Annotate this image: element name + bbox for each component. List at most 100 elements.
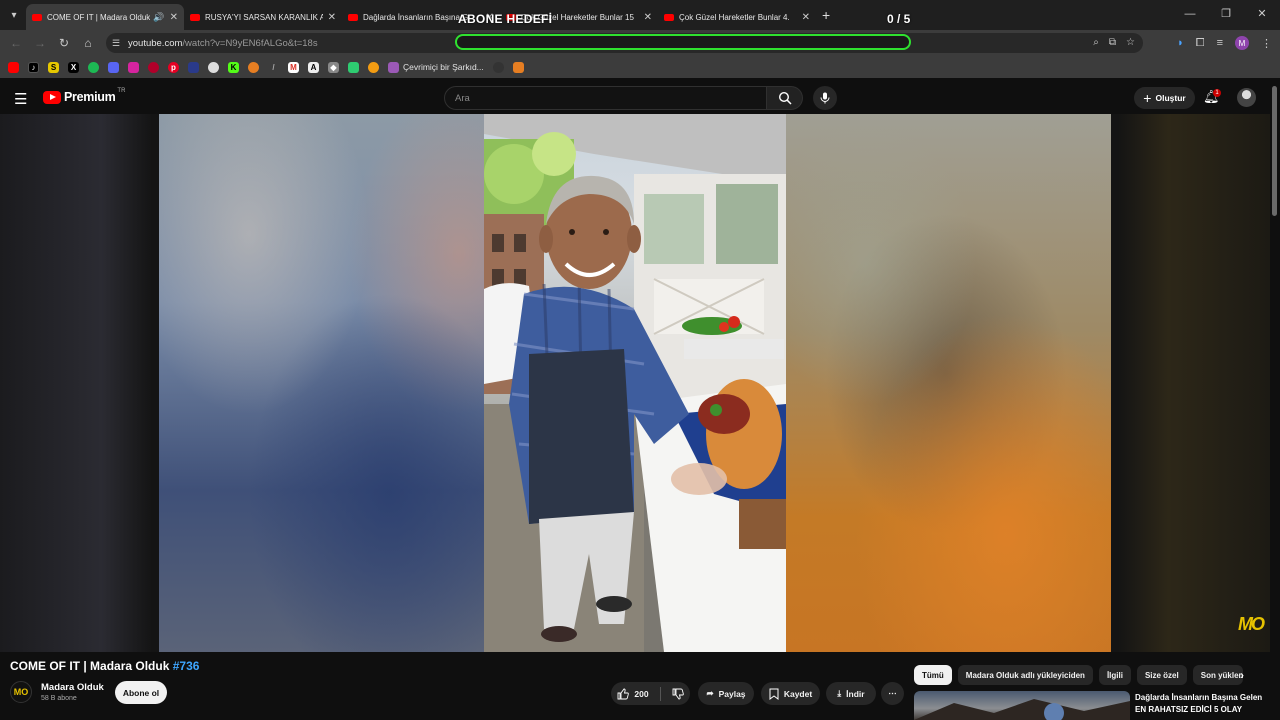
youtube-logo-icon	[43, 90, 61, 104]
country-code: TR	[117, 88, 126, 94]
recommended-video-title[interactable]: Dağlarda İnsanların Başına Gelen EN RAHA…	[1135, 692, 1270, 716]
x-bookmark-icon[interactable]: X	[68, 61, 79, 73]
install-app-icon[interactable]: ⧉	[1109, 37, 1116, 48]
channel-watermark[interactable]: MO	[1238, 614, 1265, 635]
tab-close-icon[interactable]: ✕	[644, 12, 652, 23]
save-label: Kaydet	[783, 688, 813, 699]
microphone-icon	[820, 92, 830, 104]
tiktok-bookmark-icon[interactable]: ♪	[28, 61, 39, 73]
site-info-icon[interactable]: ☰	[112, 38, 128, 49]
pinterest-bookmark-icon[interactable]: p	[168, 61, 179, 73]
like-divider	[659, 686, 661, 701]
text-bookmark-icon[interactable]: A	[308, 61, 319, 73]
tab-title: Çok Güzel Hareketler Bunlar 4.	[679, 12, 790, 22]
extensions-puzzle-icon[interactable]: ⧠	[1196, 37, 1205, 50]
share-button[interactable]: ➦ Paylaş	[698, 682, 754, 705]
like-button[interactable]: 200	[617, 688, 649, 700]
grey-bookmark-icon[interactable]	[208, 61, 219, 73]
download-arrow-icon: ⤓	[837, 688, 842, 698]
browser-tab[interactable]: RUSYA'YI SARSAN KARANLIK A ✕	[184, 4, 342, 30]
profile-avatar[interactable]: M	[1235, 36, 1249, 50]
like-count: 200	[634, 688, 649, 699]
browser-tab-bar: ▾ COME OF IT | Madara Olduk 🔊 ✕ RUSYA'YI…	[0, 0, 1280, 30]
extensions-area: ◗ ⧠ ≡ M ⋮	[1177, 36, 1272, 50]
tab-close-icon[interactable]: ✕	[802, 12, 810, 23]
zoom-icon[interactable]: ⌕	[1093, 37, 1099, 48]
create-button[interactable]: + Oluştur	[1134, 87, 1195, 109]
bookmark-icon	[769, 688, 779, 700]
thumbs-down-icon[interactable]	[672, 688, 684, 700]
notification-badge: 1	[1213, 89, 1221, 97]
spotify-bookmark-icon[interactable]	[88, 61, 99, 73]
video-frame-image	[484, 114, 786, 652]
s-bookmark-icon[interactable]: S	[48, 61, 59, 73]
browser-tab[interactable]: Çok Güzel Hareketler Bunlar 4. ✕	[658, 4, 816, 30]
chip-all[interactable]: Tümü	[914, 665, 952, 685]
browser-menu-icon[interactable]: ⋮	[1261, 37, 1272, 50]
reload-icon[interactable]: ↻	[52, 36, 76, 50]
recommended-video-thumbnail[interactable]	[914, 691, 1130, 720]
red-bookmark-icon[interactable]	[148, 61, 159, 73]
restore-icon[interactable]: ❐	[1208, 0, 1244, 30]
chip-for-you[interactable]: Size özel	[1136, 665, 1187, 685]
browser-tab-active[interactable]: COME OF IT | Madara Olduk 🔊 ✕	[26, 4, 184, 30]
orange-bookmark-icon[interactable]	[248, 61, 259, 73]
download-button[interactable]: ⤓ İndir	[826, 682, 876, 705]
new-tab-plus-icon[interactable]: +	[822, 7, 830, 23]
more-actions-button[interactable]: ⋯	[881, 682, 904, 705]
tab-close-icon[interactable]: ✕	[170, 12, 178, 23]
read-aloud-icon[interactable]: ◗	[1177, 37, 1184, 49]
blurred-background-left	[159, 114, 484, 652]
subscribe-button[interactable]: Abone ol	[115, 681, 167, 704]
diamond-bookmark-icon[interactable]: ◆	[328, 61, 339, 73]
blue-bookmark-icon[interactable]	[188, 61, 199, 73]
channel-avatar[interactable]: MO	[10, 681, 32, 703]
video-title: COME OF IT | Madara Olduk #736	[10, 659, 199, 673]
search-input[interactable]	[455, 92, 766, 104]
chevron-right-icon[interactable]: ›	[1240, 668, 1244, 682]
user-avatar[interactable]	[1237, 88, 1256, 107]
tab-search-chevron-icon[interactable]: ▾	[2, 3, 26, 27]
home-icon[interactable]: ⌂	[76, 36, 100, 50]
discord-bookmark-icon[interactable]	[108, 61, 119, 73]
gmail-bookmark-icon[interactable]: M	[288, 61, 299, 73]
slash-bookmark-icon[interactable]: /	[268, 62, 279, 73]
menu-hamburger-icon[interactable]: ☰	[14, 90, 27, 108]
goal-progress-bar	[455, 34, 911, 50]
youtube-premium-logo[interactable]: Premium TR	[43, 88, 126, 104]
video-hashtag[interactable]: #736	[173, 659, 200, 673]
youtube-favicon-icon	[32, 13, 42, 21]
recommendation-filter-chips: Tümü Madara Olduk adlı yükleyiciden İlgi…	[914, 665, 1243, 685]
plus-icon: +	[1143, 89, 1152, 106]
yellow-bookmark-icon[interactable]	[368, 61, 379, 73]
speaker-icon[interactable]: 🔊	[153, 12, 164, 23]
tab-close-icon[interactable]: ✕	[328, 12, 336, 23]
bookmark-online-song[interactable]: Çevrimiçi bir Şarkıd...	[388, 61, 484, 73]
close-window-icon[interactable]: ✕	[1244, 0, 1280, 30]
bookmark-star-icon[interactable]: ☆	[1126, 37, 1135, 48]
green-bookmark-icon[interactable]	[348, 61, 359, 73]
blurred-background-right	[786, 114, 1111, 652]
search-button[interactable]	[767, 86, 803, 110]
page-scrollbar[interactable]	[1272, 86, 1277, 216]
dark-bookmark-icon[interactable]	[492, 61, 504, 73]
channel-name[interactable]: Madara Olduk	[41, 682, 104, 693]
bookmarks-bar: ♪ S X p K / M A ◆ Çevrimiçi bir Şarkıd..…	[0, 56, 1280, 78]
chip-recently-uploaded[interactable]: Son yüklene	[1192, 665, 1243, 685]
back-arrow-icon[interactable]: ←	[4, 36, 28, 50]
create-label: Oluştur	[1155, 93, 1186, 103]
minimize-icon[interactable]: —	[1172, 0, 1208, 30]
brand-label: Premium	[64, 90, 116, 104]
instagram-bookmark-icon[interactable]	[128, 61, 139, 73]
chip-from-uploader[interactable]: Madara Olduk adlı yükleyiciden	[957, 665, 1093, 685]
kick-bookmark-icon[interactable]: K	[228, 61, 239, 73]
chip-related[interactable]: İlgili	[1098, 665, 1131, 685]
tab-title: RUSYA'YI SARSAN KARANLIK A	[205, 12, 323, 22]
forward-arrow-icon[interactable]: →	[28, 36, 52, 50]
audio-bookmark-icon[interactable]	[512, 61, 524, 73]
youtube-bookmark-icon[interactable]	[8, 61, 19, 73]
search-box[interactable]	[444, 86, 767, 110]
voice-search-button[interactable]	[813, 86, 837, 110]
save-button[interactable]: Kaydet	[761, 682, 820, 705]
media-queue-icon[interactable]: ≡	[1217, 37, 1223, 49]
